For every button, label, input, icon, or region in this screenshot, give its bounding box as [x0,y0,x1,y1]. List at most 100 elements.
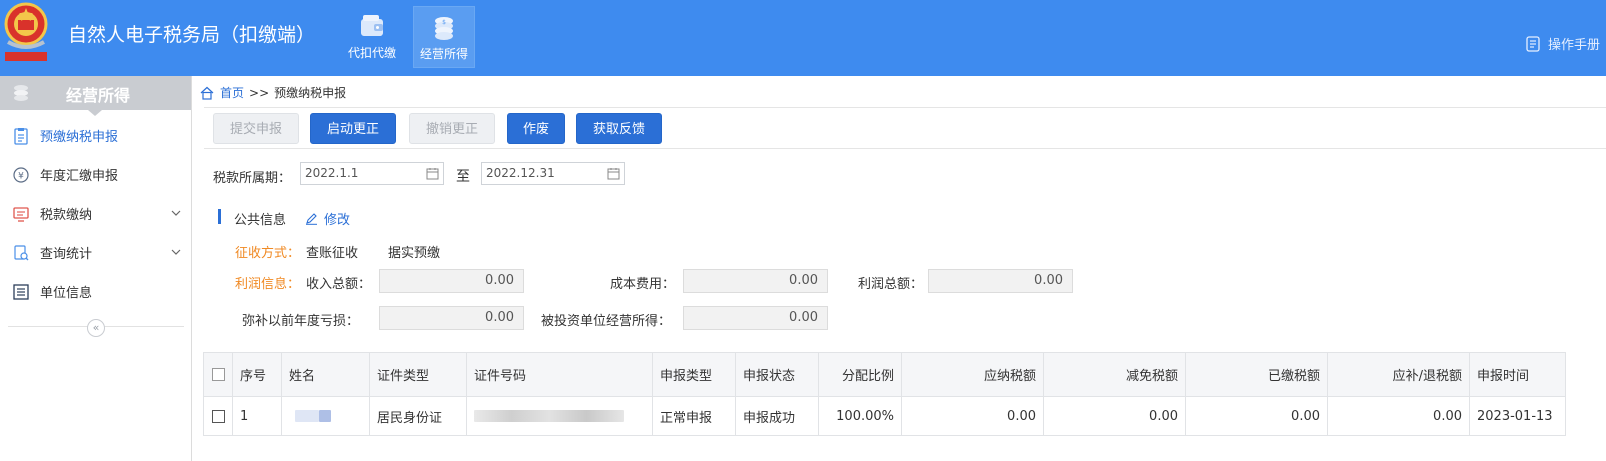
divider [204,107,1606,108]
select-all-checkbox[interactable] [211,368,225,381]
sidebar-title: 经营所得 [0,76,191,116]
divider [204,148,1606,149]
public-info-title: 公共信息 [234,213,287,228]
home-icon [200,86,214,100]
nav-label: 代扣代缴 [347,46,396,60]
sidebar-collapse-button[interactable]: « [87,319,105,337]
top-header: 自然人电子税务局（扣缴端） 代扣代缴 $ 经营所得 操作手册 [0,0,1606,76]
period-end-value: 2022.12.31 [486,166,555,180]
profit-total-label: 利润总额： [858,277,924,292]
cell-tax-relief: 0.00 [1043,396,1186,436]
void-button[interactable]: 作废 [507,113,565,144]
monitor-icon [13,206,29,222]
nav-business-income[interactable]: $ 经营所得 [413,6,475,68]
sidebar-item-label: 年度汇缴申报 [40,169,119,184]
col-header-status: 申报状态 [735,352,819,397]
cell-id-number [466,396,653,436]
declaration-table: 序号 姓名 证件类型 证件号码 申报类型 申报状态 分配比例 应纳税额 减免税额… [203,352,1566,436]
income-total-field[interactable]: 0.00 [379,269,524,293]
col-header-tax-payable: 应纳税额 [901,352,1044,397]
invested-income-label: 被投资单位经营所得： [541,314,672,329]
wallet-icon [361,15,383,36]
list-icon [13,283,29,300]
cell-date: 2023-01-13 [1469,396,1566,436]
sidebar: 经营所得 预缴纳税申报 ¥ 年度汇缴申报 税款缴纳 查询统计 单位信息 « [0,76,192,461]
table-row[interactable]: 1 居民身份证 正常申报 申报成功 100.00% 0.00 0.00 0.00… [203,396,1566,436]
calendar-icon[interactable] [607,167,620,180]
period-start-value: 2022.1.1 [305,166,359,180]
col-header-tax-paid: 已缴税额 [1185,352,1328,397]
document-icon [1526,35,1540,52]
nav-withholding[interactable]: 代扣代缴 [341,6,403,68]
redacted-name [319,410,331,422]
edit-label: 修改 [324,213,351,228]
manual-label: 操作手册 [1547,38,1600,53]
period-to-label: 至 [456,169,470,185]
yen-icon: ¥ [13,166,29,183]
col-header-id-type: 证件类型 [369,352,467,397]
breadcrumb-home-link[interactable]: 首页 [220,84,244,101]
col-header-tax-due: 应补/退税额 [1327,352,1470,397]
redacted-name [295,410,319,422]
row-checkbox[interactable] [211,409,225,423]
prepay-method-value: 据实预缴 [388,246,441,261]
edit-link[interactable]: 修改 [305,209,350,228]
collection-method-value: 查账征收 [306,246,359,261]
col-header-report-type: 申报类型 [652,352,736,397]
redacted-id-number [474,410,624,422]
cancel-correction-button[interactable]: 撤销更正 [409,113,495,144]
invested-income-field[interactable]: 0.00 [683,306,828,330]
row-select-cell [203,396,233,436]
svg-text:$: $ [442,19,446,26]
col-header-date: 申报时间 [1469,352,1566,397]
cell-tax-payable: 0.00 [901,396,1044,436]
profit-info-label: 利润信息： [235,277,301,292]
tax-emblem-icon [4,2,48,61]
chevron-down-icon [171,210,181,216]
breadcrumb-separator: >> [249,85,270,100]
loss-offset-label: 弥补以前年度亏损： [242,314,360,329]
calendar-icon[interactable] [426,167,439,180]
chevron-down-icon [171,249,181,255]
col-header-tax-relief: 减免税额 [1043,352,1186,397]
cell-index: 1 [232,396,282,436]
collection-method-label: 征收方式： [235,246,301,261]
col-header-id-number: 证件号码 [466,352,653,397]
nav-label: 经营所得 [419,47,468,61]
period-start-input[interactable]: 2022.1.1 [300,162,444,185]
submit-declaration-button[interactable]: 提交申报 [213,113,299,144]
income-total-label: 收入总额： [306,277,372,292]
get-feedback-button[interactable]: 获取反馈 [576,113,662,144]
col-header-ratio: 分配比例 [818,352,902,397]
table-header-row: 序号 姓名 证件类型 证件号码 申报类型 申报状态 分配比例 应纳税额 减免税额… [203,352,1566,397]
cell-tax-paid: 0.00 [1185,396,1328,436]
breadcrumb-current: 预缴纳税申报 [274,86,347,100]
cell-tax-due: 0.00 [1327,396,1470,436]
search-doc-icon [14,244,29,260]
col-header-index: 序号 [232,352,282,397]
period-end-input[interactable]: 2022.12.31 [481,162,625,185]
sidebar-item-tax-payment[interactable]: 税款缴纳 [0,194,191,233]
cell-name [281,396,370,436]
tax-period-label: 税款所属期： [213,171,292,186]
cell-report-type: 正常申报 [652,396,736,436]
sidebar-item-annual-settlement[interactable]: ¥ 年度汇缴申报 [0,155,191,194]
sidebar-item-label: 预缴纳税申报 [40,130,119,145]
cost-label: 成本费用： [610,277,676,292]
cell-ratio: 100.00% [818,396,902,436]
sidebar-item-unit-info[interactable]: 单位信息 [0,272,191,311]
profit-total-field[interactable]: 0.00 [928,269,1073,293]
sidebar-item-label: 单位信息 [40,286,93,301]
coins-icon [14,85,28,101]
sidebar-item-prepay-declaration[interactable]: 预缴纳税申报 [0,116,191,155]
start-correction-button[interactable]: 启动更正 [310,113,396,144]
loss-offset-field[interactable]: 0.00 [379,306,524,330]
manual-link[interactable]: 操作手册 [1526,34,1600,53]
cost-field[interactable]: 0.00 [683,269,828,293]
svg-text:¥: ¥ [18,171,24,181]
sidebar-item-query-stats[interactable]: 查询统计 [0,233,191,272]
col-header-name: 姓名 [281,352,370,397]
sidebar-item-label: 税款缴纳 [40,208,93,223]
sidebar-item-label: 查询统计 [40,247,93,262]
sidebar-title-text: 经营所得 [66,86,131,105]
